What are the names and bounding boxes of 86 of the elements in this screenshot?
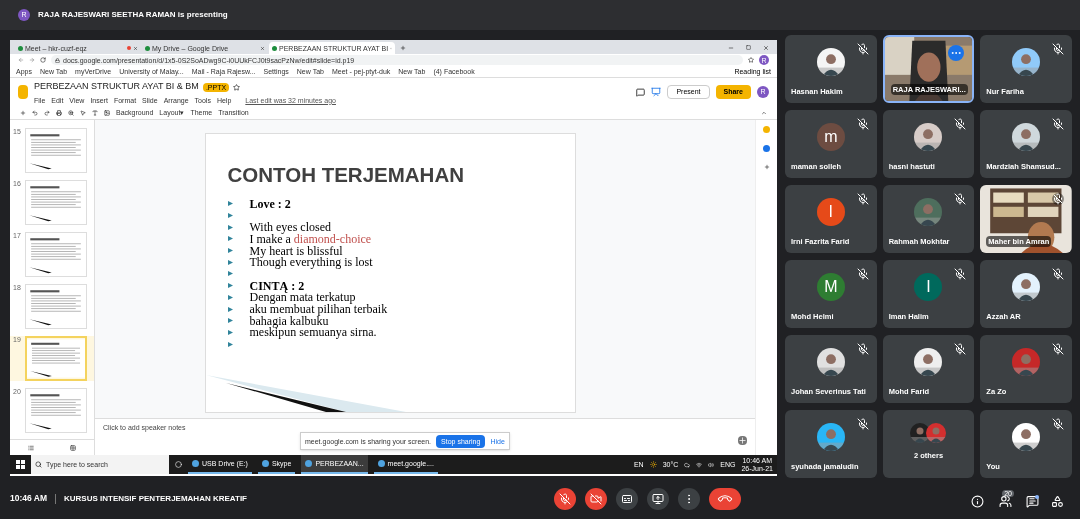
bullet-icon [227,224,233,230]
redo-icon[interactable] [44,109,50,116]
bullet-icon [227,318,233,324]
slide-text: meskipun semuanya sirna. [249,326,377,339]
slide-thumbnail-drawing [27,338,85,379]
maximize-icon[interactable] [746,45,751,50]
cloud-icon [684,461,691,468]
bullet-icon [227,283,233,289]
bullet-icon [227,259,233,265]
comments-icon[interactable] [636,87,646,97]
grid-view-icon[interactable] [70,444,76,451]
bullet-icon [227,213,233,219]
avatar: I [914,273,943,301]
select-icon[interactable] [80,109,86,116]
avatar: I [816,198,845,226]
zoom-icon[interactable] [68,109,74,116]
star-icon[interactable] [233,83,241,91]
bullet-icon [227,271,233,277]
print-icon[interactable] [56,109,62,116]
bullet-icon [227,201,233,207]
more-options-button[interactable] [678,487,701,510]
bullet-icon [227,236,233,242]
slides-logo-icon [18,85,28,99]
new-tab-icon[interactable] [400,45,406,51]
slide-text: With eyes closed [249,221,331,234]
slide-text: I make a diamond-choice [249,232,372,245]
text-box-icon[interactable] [92,109,98,116]
present-screen-icon [652,492,665,505]
reload-icon[interactable] [40,57,46,63]
bullet-icon [227,329,233,335]
weather-icon [649,461,657,468]
slide-heading: CINTĄ : 2 [249,279,305,292]
slide-text: bahagia kalbuku [249,314,329,327]
slide-thumbnail[interactable] [25,128,87,173]
undo-icon[interactable] [32,109,38,116]
search-icon [35,461,42,468]
slide-thumbnail[interactable] [25,284,87,329]
filmstrip-view-icon[interactable] [28,444,34,451]
presenting-label: RAJA RAJESWARI SEETHA RAMAN is presenting [38,9,228,21]
volume-icon [708,461,715,468]
app-icon [305,460,313,467]
add-on-icon[interactable] [763,164,770,170]
avatar: M [816,273,845,301]
slide-thumbnail[interactable] [25,336,87,381]
avatar: m [816,123,845,151]
lock-icon [55,57,60,63]
meeting-time: 10:46 AM [10,492,47,505]
slide-thumbnail[interactable] [25,180,87,225]
bullet-icon [227,341,233,347]
chat-button[interactable] [1026,494,1039,508]
add-icon[interactable] [738,436,747,445]
present-button[interactable] [647,487,670,510]
slide-thumbnail[interactable] [25,388,87,433]
leave-call-button[interactable] [709,487,742,510]
slide-thumbnail[interactable] [25,232,87,277]
app-icon [377,460,385,467]
captions-icon [621,492,634,505]
meet-icon[interactable] [651,87,662,97]
bookmark-star-icon[interactable] [748,57,754,63]
start-icon[interactable] [16,460,25,469]
app-icon [192,460,199,467]
wifi-icon [696,461,703,468]
activities-icon[interactable] [1051,494,1064,508]
captions-button[interactable] [616,487,639,510]
tab-favicon-icon [145,45,150,51]
slide-text: My heart is blissful [249,244,343,257]
camera-button[interactable] [585,487,608,510]
collapse-icon[interactable] [761,109,767,116]
bullet-icon [227,306,233,312]
tab-favicon-icon [18,45,23,51]
slide-text: aku membuat pilihan terbaik [249,303,388,316]
meeting-title: KURSUS INTENSIF PENTERJEMAHAN KREATIF [64,492,247,505]
slide-title: CONTOH TERJEMAHAN [227,162,465,188]
slide-heading: Love : 2 [249,197,291,210]
new-slide-icon[interactable] [20,109,26,116]
tab-favicon-icon [272,45,277,51]
mic-off-icon [559,492,572,505]
app-icon [261,460,269,467]
mic-button[interactable] [554,487,577,510]
bullet-icon [227,294,233,300]
document-title: PERBEZAAN STRUKTUR AYAT BI & BM [34,80,199,94]
camera-off-icon [590,492,603,505]
info-icon[interactable] [971,494,985,508]
bullet-icon [227,248,233,254]
slide-text: Dengan mata terkatup [249,291,356,304]
image-icon[interactable] [104,109,110,116]
